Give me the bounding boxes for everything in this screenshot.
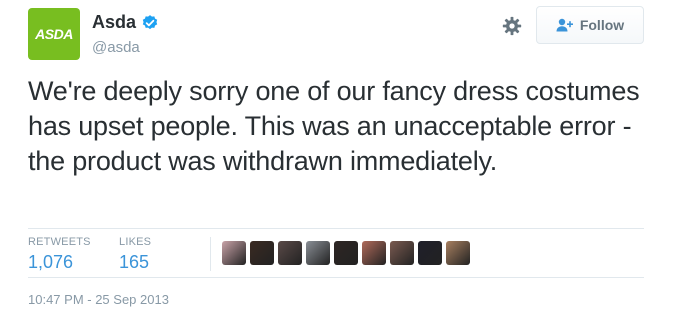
tweet-timestamp[interactable]: 10:47 PM - 25 Sep 2013 [28,292,169,307]
asda-logo-text: ASDA [35,26,73,42]
liker-avatar[interactable] [222,241,246,265]
display-name[interactable]: Asda [92,12,136,33]
follow-button[interactable]: Follow [536,6,644,44]
add-user-icon [556,18,574,32]
tweet-card: ASDA Asda @asda Follow We're deeply sorr… [0,0,680,313]
liker-avatar[interactable] [362,241,386,265]
user-handle[interactable]: @asda [92,39,159,56]
liker-avatars [222,241,470,265]
retweets-count: 1,076 [28,252,74,272]
verified-badge-icon [141,14,159,32]
liker-avatar[interactable] [306,241,330,265]
display-name-row: Asda [92,12,159,33]
gear-icon[interactable] [500,14,524,38]
liker-avatar[interactable] [278,241,302,265]
tweet-stats: RETWEETS 1,076 LIKES 165 [28,228,644,278]
likes-stat[interactable]: LIKES 165 [119,236,151,273]
liker-avatar[interactable] [334,241,358,265]
liker-avatar[interactable] [390,241,414,265]
follow-button-label: Follow [579,17,625,33]
retweets-label: RETWEETS [28,236,91,248]
likes-label: LIKES [119,236,152,248]
retweets-stat[interactable]: RETWEETS 1,076 [28,236,91,273]
liker-avatar[interactable] [446,241,470,265]
tweet-text: We're deeply sorry one of our fancy dres… [28,76,640,176]
liker-avatar[interactable] [250,241,274,265]
user-names: Asda @asda [92,12,159,56]
avatar[interactable]: ASDA [28,8,80,60]
likes-count: 165 [119,252,150,272]
stats-divider [210,237,211,271]
liker-avatar[interactable] [418,241,442,265]
